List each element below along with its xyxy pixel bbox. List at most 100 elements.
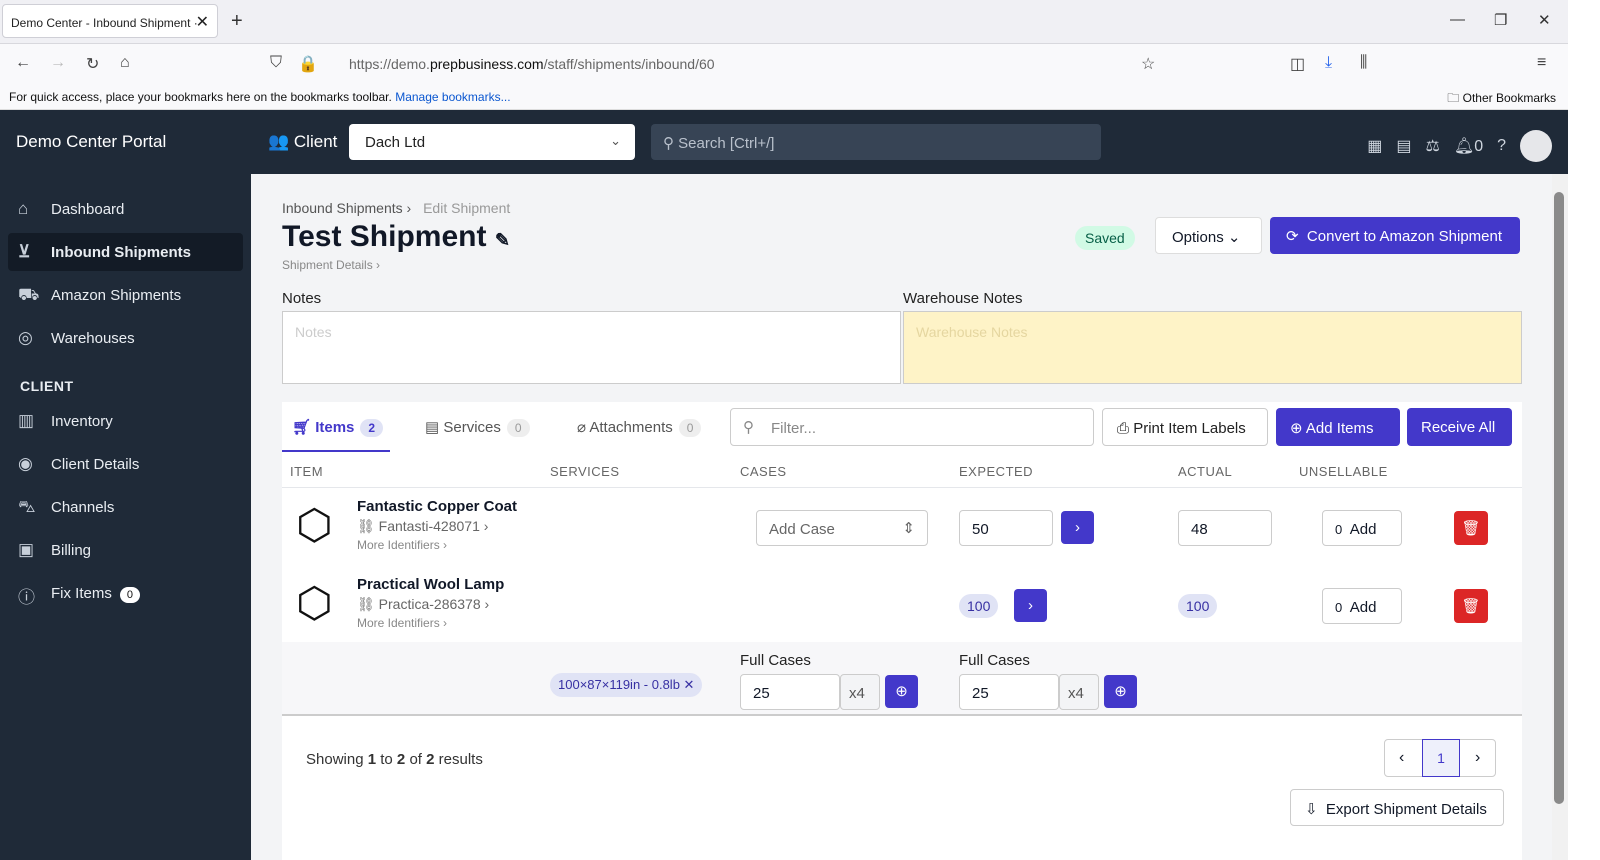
chevron-left-icon[interactable]: ‹ — [1399, 749, 1404, 767]
home-icon[interactable]: ⌂ — [120, 54, 130, 72]
tab-attachments[interactable]: ⌀ Attachments 0 — [567, 402, 727, 452]
table-header: ITEM SERVICES CASES EXPECTED ACTUAL UNSE… — [282, 460, 1522, 488]
expected-input[interactable]: 50 — [959, 510, 1053, 546]
manage-bookmarks-link[interactable]: Manage bookmarks... — [395, 90, 510, 104]
copy-to-actual-button[interactable]: › — [1014, 589, 1047, 622]
sidebar-item-billing[interactable]: ▣ Billing — [8, 531, 243, 569]
table-row: ⬡ Fantastic Copper Coat ⛓ Fantasti-42807… — [282, 488, 1522, 566]
search-input[interactable]: ⚲ Search [Ctrl+/] — [651, 124, 1101, 160]
new-tab-button[interactable]: + — [231, 10, 243, 33]
unsellable-add[interactable]: 0 Add — [1322, 510, 1402, 546]
download-icon[interactable]: ⤓ — [1325, 54, 1332, 72]
scale-icon[interactable]: ⚖ — [1426, 136, 1440, 156]
chevron-down-icon: ⌄ — [610, 133, 621, 148]
bookmarks-bar: For quick access, place your bookmarks h… — [0, 84, 1568, 110]
users-icon: 👥 — [268, 132, 290, 151]
link-icon: ⛓ — [357, 518, 375, 534]
export-shipment-details-button[interactable]: ⇩ Export Shipment Details — [1290, 789, 1504, 826]
add-items-button[interactable]: ⊕ Add Items — [1276, 408, 1400, 446]
tab-items[interactable]: 🛒︎ Items 2 — [282, 402, 390, 452]
status-badge: Saved — [1075, 226, 1135, 250]
sidebar-item-client-details[interactable]: ◉ Client Details — [8, 445, 243, 483]
paperclip-icon: ⌀ — [577, 419, 587, 436]
breadcrumb-current: Edit Shipment — [423, 200, 511, 216]
bell-icon[interactable]: 🔔︎0 — [1454, 136, 1483, 156]
close-icon[interactable]: ✕ — [196, 12, 209, 32]
sidebar-item-warehouses[interactable]: ◎ Warehouses — [8, 319, 243, 357]
menu-icon[interactable]: ≡ — [1537, 54, 1546, 72]
sidebar-item-inventory[interactable]: ▥ Inventory — [8, 402, 243, 440]
col-unsellable: UNSELLABLE — [1299, 464, 1388, 479]
restore-icon[interactable]: ❐ — [1494, 11, 1507, 29]
warehouse-notes-textarea[interactable]: Warehouse Notes — [903, 311, 1522, 384]
chevron-right-icon[interactable]: › — [1475, 749, 1480, 767]
more-identifiers[interactable]: More Identifiers › — [357, 538, 447, 552]
copy-to-actual-button[interactable]: › — [1061, 511, 1094, 544]
chevron-right-icon: › — [406, 200, 412, 216]
expected-value: 100 — [959, 594, 999, 618]
browser-tab[interactable]: Demo Center - Inbound Shipment · ✕ — [2, 4, 218, 38]
url-bar[interactable]: https://demo.prepbusiness.com/staff/ship… — [349, 56, 715, 72]
breadcrumb-parent[interactable]: Inbound Shipments — [282, 200, 403, 216]
pencil-icon[interactable]: ✎ — [495, 230, 510, 250]
actual-input[interactable]: 48 — [1178, 510, 1272, 546]
scrollbar-thumb[interactable] — [1554, 192, 1564, 804]
item-name[interactable]: Fantastic Copper Coat — [357, 498, 517, 515]
sidebar-item-fix-items[interactable]: ⓘ Fix Items 0 — [8, 574, 243, 612]
filter-input[interactable]: ⚲ Filter... — [730, 408, 1094, 446]
sidebar-item-inbound-shipments[interactable]: ⊻ Inbound Shipments — [8, 233, 243, 271]
add-case-button[interactable]: ⊕ — [885, 675, 918, 708]
item-name[interactable]: Practical Wool Lamp — [357, 576, 504, 593]
table-row: ⬡ Practical Wool Lamp ⛓ Practica-286378 … — [282, 566, 1522, 644]
pocket-icon[interactable]: ◫ — [1290, 54, 1305, 74]
minimize-icon[interactable]: — — [1450, 11, 1465, 28]
help-icon[interactable]: ? — [1497, 137, 1506, 155]
forward-icon[interactable]: → — [50, 54, 66, 72]
convert-to-amazon-button[interactable]: ⟳ Convert to Amazon Shipment — [1270, 217, 1520, 254]
chevron-down-icon: ⌄ — [1227, 229, 1241, 246]
shipment-details-link[interactable]: Shipment Details › — [282, 258, 380, 272]
add-case-button[interactable]: ⊕ — [1104, 675, 1137, 708]
scrollbar[interactable] — [1552, 174, 1568, 860]
avatar[interactable] — [1520, 130, 1552, 162]
options-button[interactable]: Options ⌄ — [1155, 217, 1262, 254]
lock-icon: 🔒 — [298, 56, 318, 73]
item-sku[interactable]: ⛓ Practica-286378 › — [357, 596, 489, 613]
expected-cases-input[interactable]: 25 — [740, 674, 840, 710]
browser-navbar: ← → ↻ ⌂ ⛉ 🔒 https://demo.prepbusiness.co… — [0, 44, 1568, 84]
client-select[interactable]: Dach Ltd ⌄ — [349, 124, 635, 160]
barcode-icon[interactable]: ▦ — [1367, 136, 1382, 156]
cart-icon: 🛒︎ — [292, 419, 312, 436]
back-icon[interactable]: ← — [15, 54, 31, 72]
home-icon: ⌂ — [18, 199, 29, 218]
more-identifiers[interactable]: More Identifiers › — [357, 616, 447, 630]
brand-title: Demo Center Portal — [16, 132, 167, 151]
sidebar-item-channels[interactable]: ⛍ Channels — [8, 488, 243, 526]
pagination: ‹ 1 › — [1384, 739, 1496, 777]
tab-services[interactable]: ▤ Services 0 — [415, 402, 545, 452]
col-services: SERVICES — [550, 464, 620, 479]
library-icon[interactable]: ⫼ — [1360, 54, 1367, 72]
sidebar-item-amazon-shipments[interactable]: ⛟ Amazon Shipments — [8, 276, 243, 314]
item-sku[interactable]: ⛓ Fantasti-428071 › — [357, 518, 488, 535]
reload-icon[interactable]: ↻ — [86, 54, 99, 74]
receive-all-button[interactable]: Receive All — [1407, 408, 1512, 446]
sync-icon: ⟳ — [1286, 228, 1299, 245]
other-bookmarks[interactable]: 🗀 Other Bookmarks — [1447, 89, 1556, 110]
main-content: Inbound Shipments › Edit Shipment Test S… — [251, 174, 1552, 860]
page-1[interactable]: 1 — [1422, 739, 1460, 777]
actual-cases-input[interactable]: 25 — [959, 674, 1059, 710]
delete-button[interactable]: 🗑︎ — [1454, 589, 1488, 623]
sidebar-item-dashboard[interactable]: ⌂ Dashboard — [8, 190, 243, 228]
notes-textarea[interactable]: Notes — [282, 311, 901, 384]
close-icon[interactable]: ✕ — [684, 677, 695, 692]
print-item-labels-button[interactable]: ⎙ Print Item Labels — [1102, 408, 1268, 446]
scanner-icon[interactable]: ▤ — [1396, 136, 1411, 156]
sidebar-section-client: CLIENT — [20, 378, 74, 394]
star-icon[interactable]: ☆ — [1141, 54, 1155, 74]
unsellable-add[interactable]: 0 Add — [1322, 588, 1402, 624]
close-window-icon[interactable]: ✕ — [1538, 11, 1551, 29]
full-cases-label: Full Cases — [959, 652, 1030, 669]
delete-button[interactable]: 🗑︎ — [1454, 511, 1488, 545]
add-case-select[interactable]: Add Case ⇕ — [756, 510, 928, 546]
